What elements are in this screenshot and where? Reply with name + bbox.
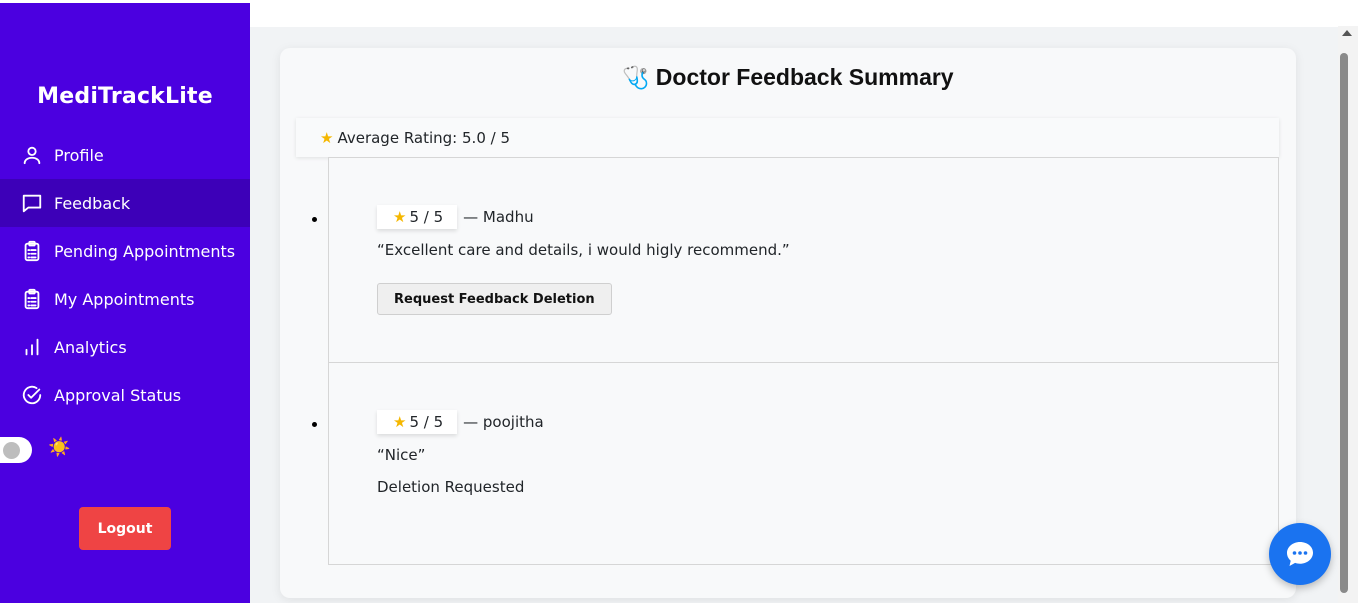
sidebar-item-label: Analytics: [54, 337, 127, 357]
sidebar-item-approval-status[interactable]: Approval Status: [0, 371, 250, 419]
user-icon: [20, 143, 44, 167]
theme-toggle[interactable]: [0, 437, 32, 463]
bar-chart-icon: [20, 335, 44, 359]
toggle-knob: [3, 442, 20, 459]
chat-button[interactable]: [1269, 523, 1331, 585]
request-feedback-deletion-button[interactable]: Request Feedback Deletion: [377, 283, 612, 315]
star-icon: ★: [320, 128, 334, 147]
scroll-thumb[interactable]: [1340, 53, 1348, 593]
list-bullet: [312, 217, 317, 222]
feedback-list: ★ 5 / 5 — Madhu “Excellent care and detai…: [312, 157, 1279, 565]
message-icon: [20, 191, 44, 215]
list-item: ★ 5 / 5 — poojitha “Nice” Deletion Reques…: [312, 363, 1279, 565]
sidebar-item-label: Approval Status: [54, 385, 182, 405]
chat-bubble-icon: [1287, 542, 1313, 566]
list-bullet: [312, 422, 317, 427]
sidebar: MediTrackLite Profile Feedback Pending A…: [0, 3, 250, 603]
rating-value: 5 / 5: [409, 413, 444, 431]
clipboard-icon: [20, 287, 44, 311]
sun-icon: ☀️: [48, 436, 71, 458]
rating-badge: ★ 5 / 5: [377, 205, 458, 229]
deletion-status: Deletion Requested: [377, 478, 525, 496]
sidebar-item-pending-appointments[interactable]: Pending Appointments: [0, 227, 250, 275]
clipboard-icon: [20, 239, 44, 263]
sidebar-item-feedback[interactable]: Feedback: [0, 179, 250, 227]
feedback-comment: “Nice”: [377, 446, 426, 464]
feedback-comment: “Excellent care and details, i would hig…: [377, 241, 790, 259]
star-icon: ★: [393, 208, 407, 226]
average-rating-text: Average Rating: 5.0 / 5: [337, 128, 510, 147]
sidebar-item-my-appointments[interactable]: My Appointments: [0, 275, 250, 323]
page-title: 🩺 Doctor Feedback Summary: [280, 64, 1296, 91]
rating-row: ★ 5 / 5 — poojitha: [377, 410, 544, 434]
list-item: ★ 5 / 5 — Madhu “Excellent care and detai…: [312, 157, 1279, 363]
feedback-summary-card: 🩺 Doctor Feedback Summary ★ Average Ratin…: [280, 48, 1296, 598]
theme-toggle-row: ☀️: [0, 437, 70, 463]
rating-value: 5 / 5: [409, 208, 444, 226]
average-rating-box: ★ Average Rating: 5.0 / 5: [296, 118, 1279, 157]
scroll-up-icon[interactable]: [1342, 30, 1352, 36]
rating-row: ★ 5 / 5 — Madhu: [377, 205, 534, 229]
feedback-author: — Madhu: [463, 208, 534, 226]
check-circle-icon: [20, 383, 44, 407]
top-bar: [250, 0, 1338, 27]
sidebar-item-label: Feedback: [54, 193, 131, 213]
feedback-author: — poojitha: [463, 413, 544, 431]
sidebar-item-label: Pending Appointments: [54, 241, 236, 261]
scrollbar[interactable]: [1338, 26, 1358, 603]
sidebar-item-label: My Appointments: [54, 289, 195, 309]
sidebar-item-label: Profile: [54, 145, 104, 165]
sidebar-item-profile[interactable]: Profile: [0, 131, 250, 179]
page-title-text: Doctor Feedback Summary: [655, 64, 954, 90]
star-icon: ★: [393, 413, 407, 431]
sidebar-item-analytics[interactable]: Analytics: [0, 323, 250, 371]
logout-button[interactable]: Logout: [79, 507, 171, 550]
sidebar-nav: Profile Feedback Pending Appointments My…: [0, 131, 250, 419]
brand-title: MediTrackLite: [37, 84, 213, 109]
rating-badge: ★ 5 / 5: [377, 410, 458, 434]
stethoscope-icon: 🩺: [622, 65, 650, 90]
